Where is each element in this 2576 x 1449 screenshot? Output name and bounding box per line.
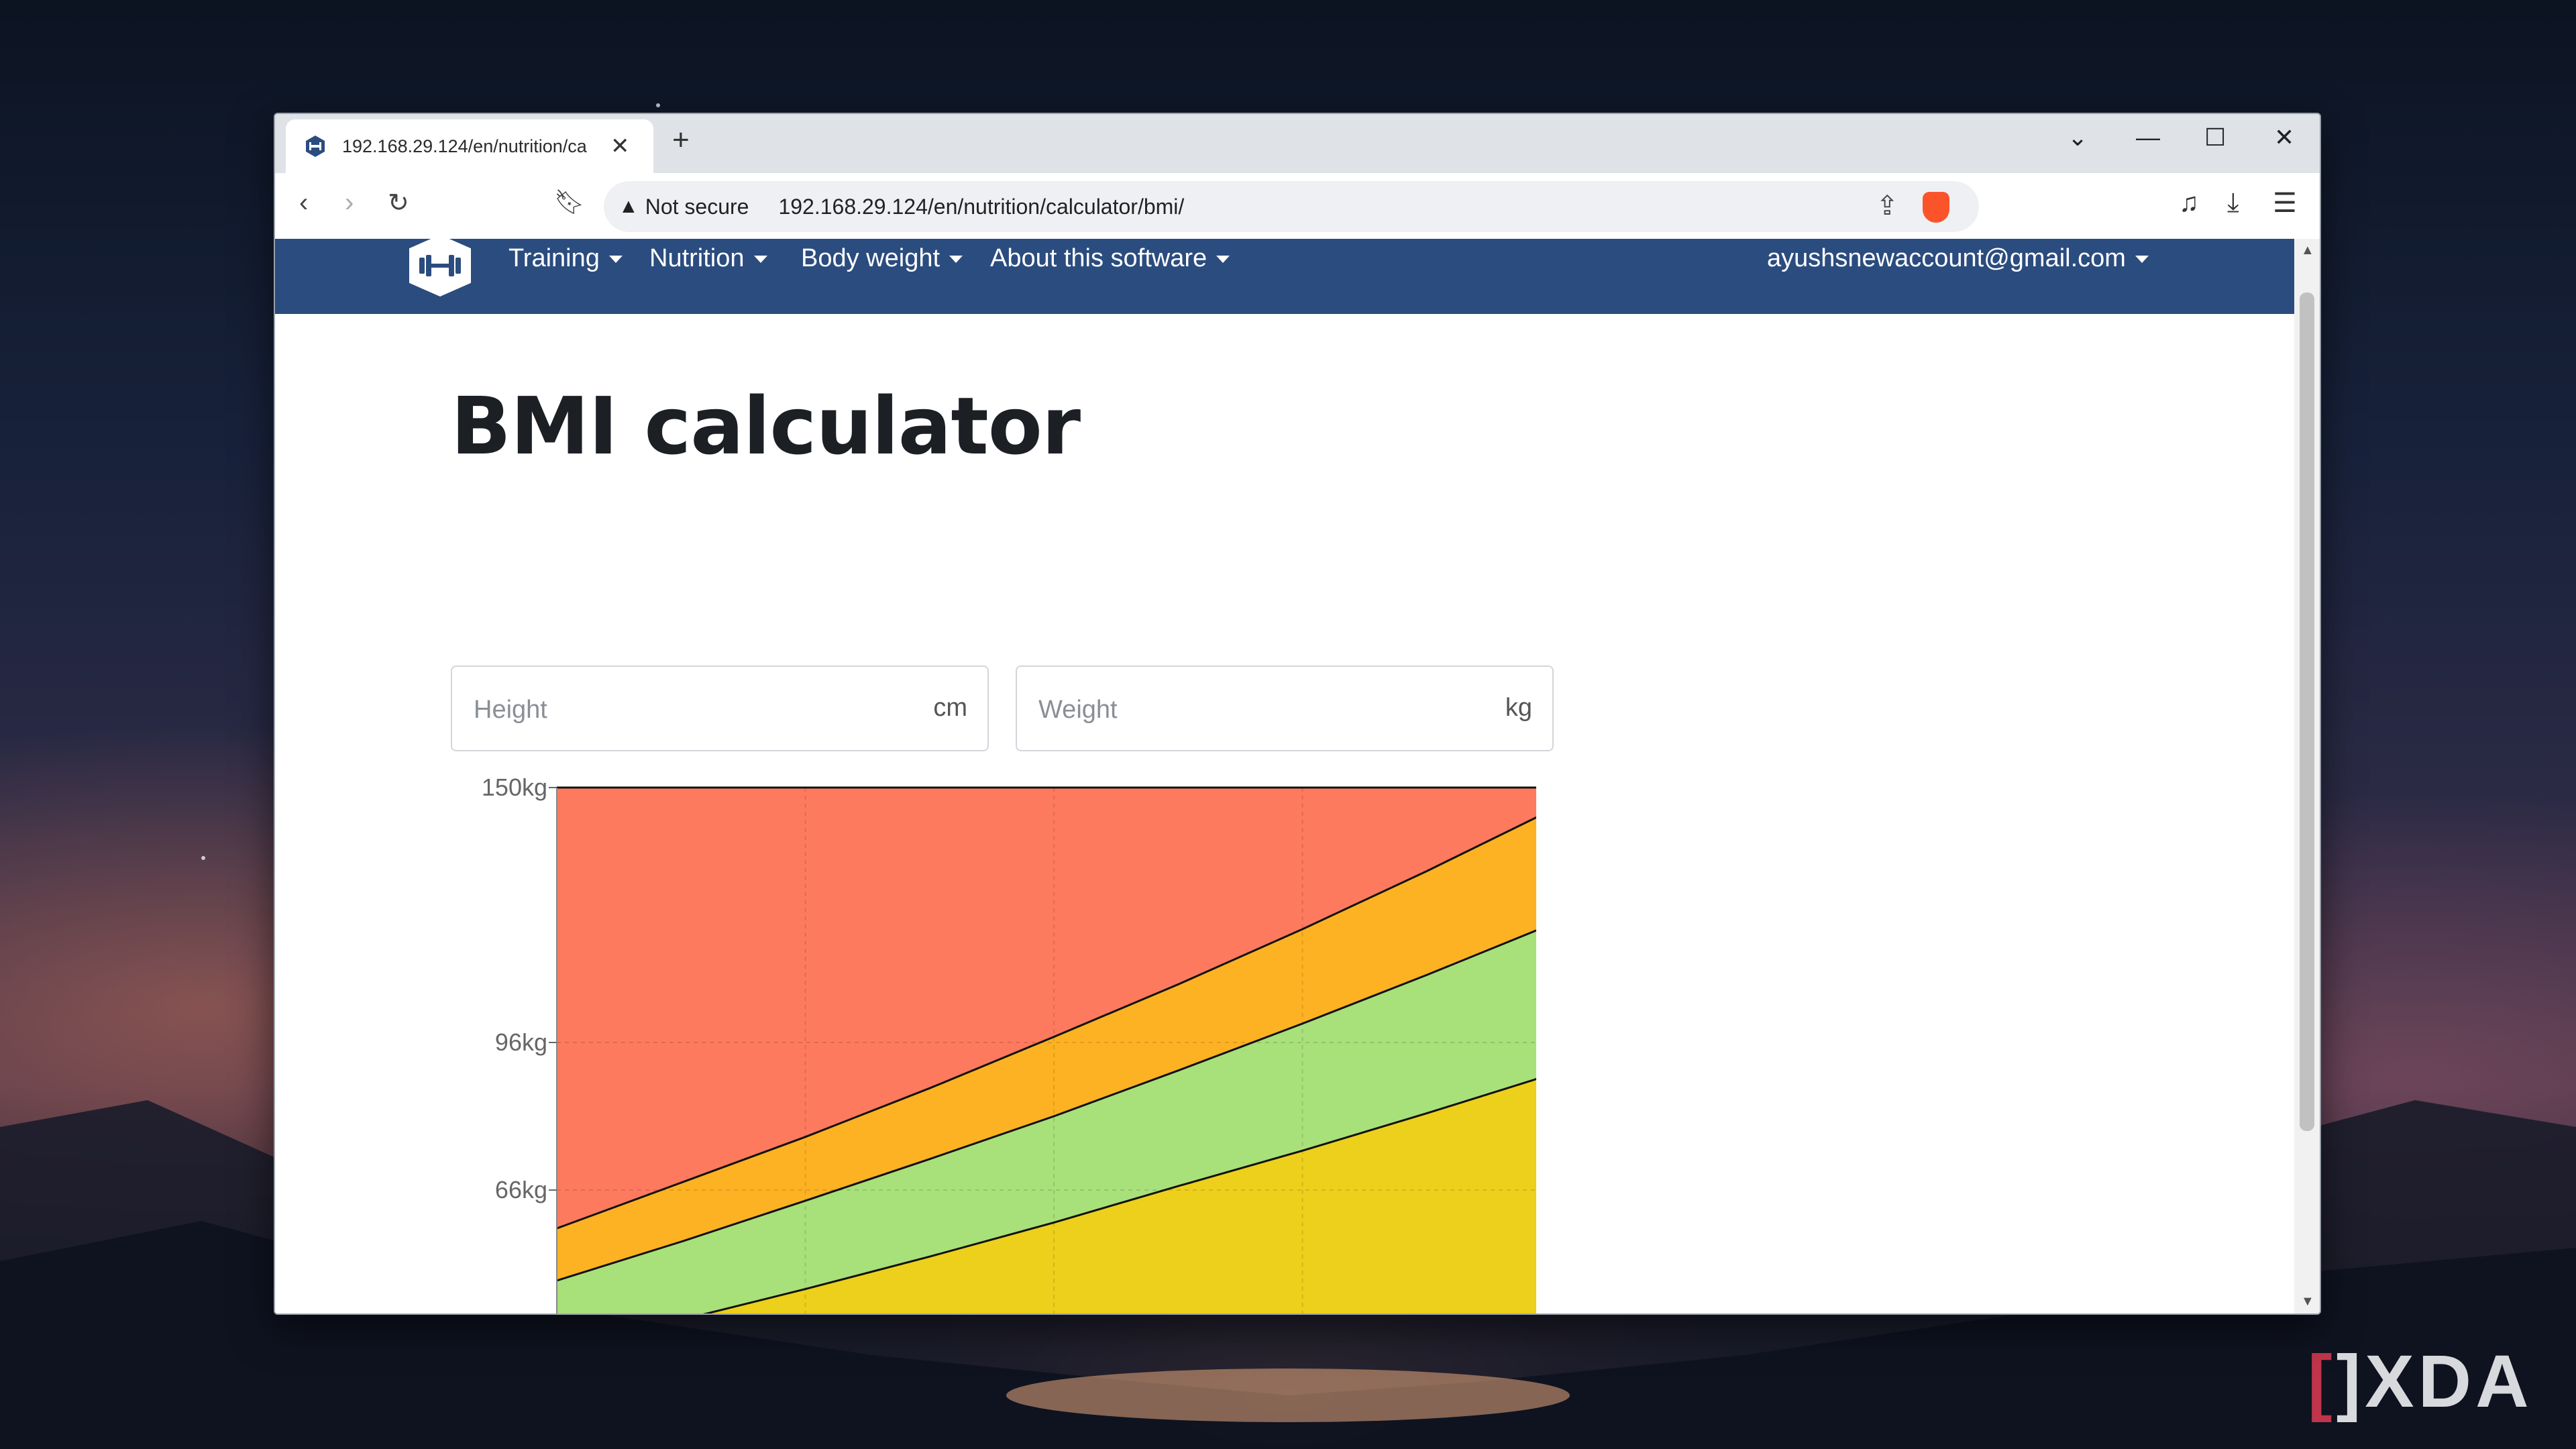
scroll-thumb[interactable] <box>2300 292 2314 1131</box>
weight-input[interactable] <box>1037 687 1442 733</box>
caret-down-icon <box>608 256 623 264</box>
y-tick-label: 150kg <box>482 774 547 801</box>
forward-icon[interactable]: › <box>345 188 354 218</box>
scrollbar[interactable]: ▲ ▼ <box>2294 239 2320 1313</box>
new-tab-icon[interactable]: + <box>672 123 690 157</box>
nav-menu-about[interactable]: About this software <box>990 244 1230 273</box>
caret-down-icon <box>753 256 767 264</box>
tab-title: 192.168.29.124/en/nutrition/ca <box>342 136 587 156</box>
url-text[interactable]: 192.168.29.124/en/nutrition/calculator/b… <box>778 195 1184 219</box>
background-star <box>656 103 660 107</box>
share-icon[interactable]: ⇪ <box>1876 191 1898 221</box>
bmi-chart: 150kg96kg66kg36kg140cm160cm180cm200cm220… <box>482 774 1536 1313</box>
weight-unit: kg <box>1505 694 1532 722</box>
maximize-icon[interactable]: ☐ <box>2204 123 2226 152</box>
tab-close-icon[interactable]: ✕ <box>610 133 630 160</box>
download-icon[interactable]: ⤓ <box>2227 188 2239 218</box>
address-bar[interactable]: ▲ Not secure 192.168.29.124/en/nutrition… <box>604 181 1979 232</box>
caret-down-icon <box>2135 256 2149 264</box>
xda-watermark: []XDA <box>2308 1340 2533 1423</box>
wger-logo[interactable] <box>409 239 471 297</box>
bookmark-icon[interactable]: 🔖︎ <box>554 188 585 216</box>
back-icon[interactable]: ‹ <box>299 188 308 218</box>
browser-toolbar: ‹ › ↻ 🔖︎ ▲ Not secure 192.168.29.124/en/… <box>275 173 2320 239</box>
browser-window: 192.168.29.124/en/nutrition/ca ✕ + ⌄ — ☐… <box>274 113 2321 1315</box>
brave-shield-icon[interactable] <box>1923 192 1949 223</box>
active-tab[interactable]: 192.168.29.124/en/nutrition/ca ✕ <box>286 119 653 173</box>
tab-search-chevron-icon[interactable]: ⌄ <box>2068 123 2088 152</box>
close-window-icon[interactable]: ✕ <box>2274 123 2294 152</box>
nav-menu-nutrition[interactable]: Nutrition <box>649 244 767 273</box>
y-tick-label: 96kg <box>495 1028 547 1056</box>
scroll-up-icon[interactable]: ▲ <box>2301 243 2314 258</box>
security-status[interactable]: Not secure <box>645 195 749 219</box>
app-navbar: Training Nutrition Body weight About thi… <box>275 239 2294 314</box>
user-menu[interactable]: ayushsnewaccount@gmail.com <box>1767 244 2149 273</box>
nav-menu-training[interactable]: Training <box>508 244 623 273</box>
scroll-down-icon[interactable]: ▼ <box>2301 1294 2314 1309</box>
caret-down-icon <box>949 256 963 264</box>
background-star <box>201 856 205 860</box>
media-icon[interactable]: ♫ <box>2179 188 2199 218</box>
caret-down-icon <box>1216 256 1230 264</box>
weight-field[interactable]: kg <box>1016 665 1554 751</box>
wger-favicon-icon <box>306 136 325 157</box>
warning-icon: ▲ <box>619 195 639 217</box>
nav-menu-body-weight[interactable]: Body weight <box>801 244 963 273</box>
page-title: BMI calculator <box>451 380 1081 472</box>
tab-bar: 192.168.29.124/en/nutrition/ca ✕ + ⌄ — ☐… <box>275 114 2320 173</box>
menu-icon[interactable]: ☰ <box>2273 188 2297 219</box>
height-input[interactable] <box>472 687 877 733</box>
minimize-icon[interactable]: — <box>2136 123 2160 152</box>
reload-icon[interactable]: ↻ <box>388 188 409 218</box>
y-tick-label: 66kg <box>495 1176 547 1203</box>
height-field[interactable]: cm <box>451 665 989 751</box>
dumbbell-icon <box>419 255 461 276</box>
height-unit: cm <box>933 694 967 722</box>
page-viewport: Training Nutrition Body weight About thi… <box>275 239 2294 1313</box>
